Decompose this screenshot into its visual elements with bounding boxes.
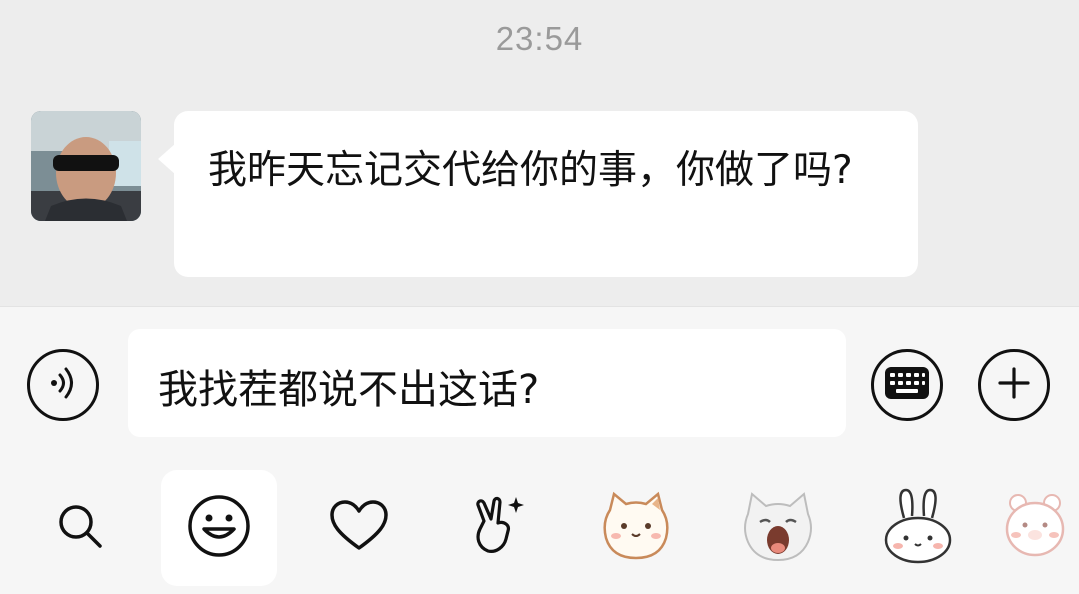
sticker-pack-bear-tab[interactable] — [990, 470, 1079, 586]
bunny-sticker-icon — [878, 486, 958, 570]
gesture-tab[interactable] — [440, 470, 556, 586]
composer-bar: 我找茬都说不出这话? — [0, 306, 1079, 464]
contact-avatar[interactable] — [31, 111, 141, 221]
white-cat-sticker-icon — [738, 488, 818, 568]
emoji-smile-icon — [186, 493, 252, 563]
sticker-pack-bunny-tab[interactable] — [860, 470, 976, 586]
heart-icon — [328, 498, 390, 558]
keyboard-icon — [884, 366, 930, 404]
sticker-panel — [0, 464, 1079, 594]
sticker-search-tab[interactable] — [22, 470, 138, 586]
voice-icon — [41, 361, 85, 409]
favorites-tab[interactable] — [301, 470, 417, 586]
search-icon — [52, 498, 108, 558]
bear-sticker-icon — [1000, 489, 1070, 567]
incoming-message-bubble[interactable]: 我昨天忘记交代给你的事，你做了吗? — [174, 111, 918, 277]
message-text: 我昨天忘记交代给你的事，你做了吗? — [208, 148, 853, 193]
keyboard-toggle-button[interactable] — [871, 349, 943, 421]
plus-icon — [994, 363, 1034, 407]
hand-gesture-icon — [466, 493, 530, 563]
voice-input-button[interactable] — [27, 349, 99, 421]
emoji-tab[interactable] — [161, 470, 277, 586]
cat-sticker-icon — [596, 488, 676, 568]
message-input[interactable]: 我找茬都说不出这话? — [128, 329, 846, 437]
chat-area: 23:54 我昨天忘记交代给你的事，你做了吗? — [0, 0, 1079, 306]
sticker-pack-cat-tab[interactable] — [578, 470, 694, 586]
more-functions-button[interactable] — [978, 349, 1050, 421]
sticker-pack-white-cat-tab[interactable] — [720, 470, 836, 586]
message-timestamp: 23:54 — [495, 20, 584, 57]
